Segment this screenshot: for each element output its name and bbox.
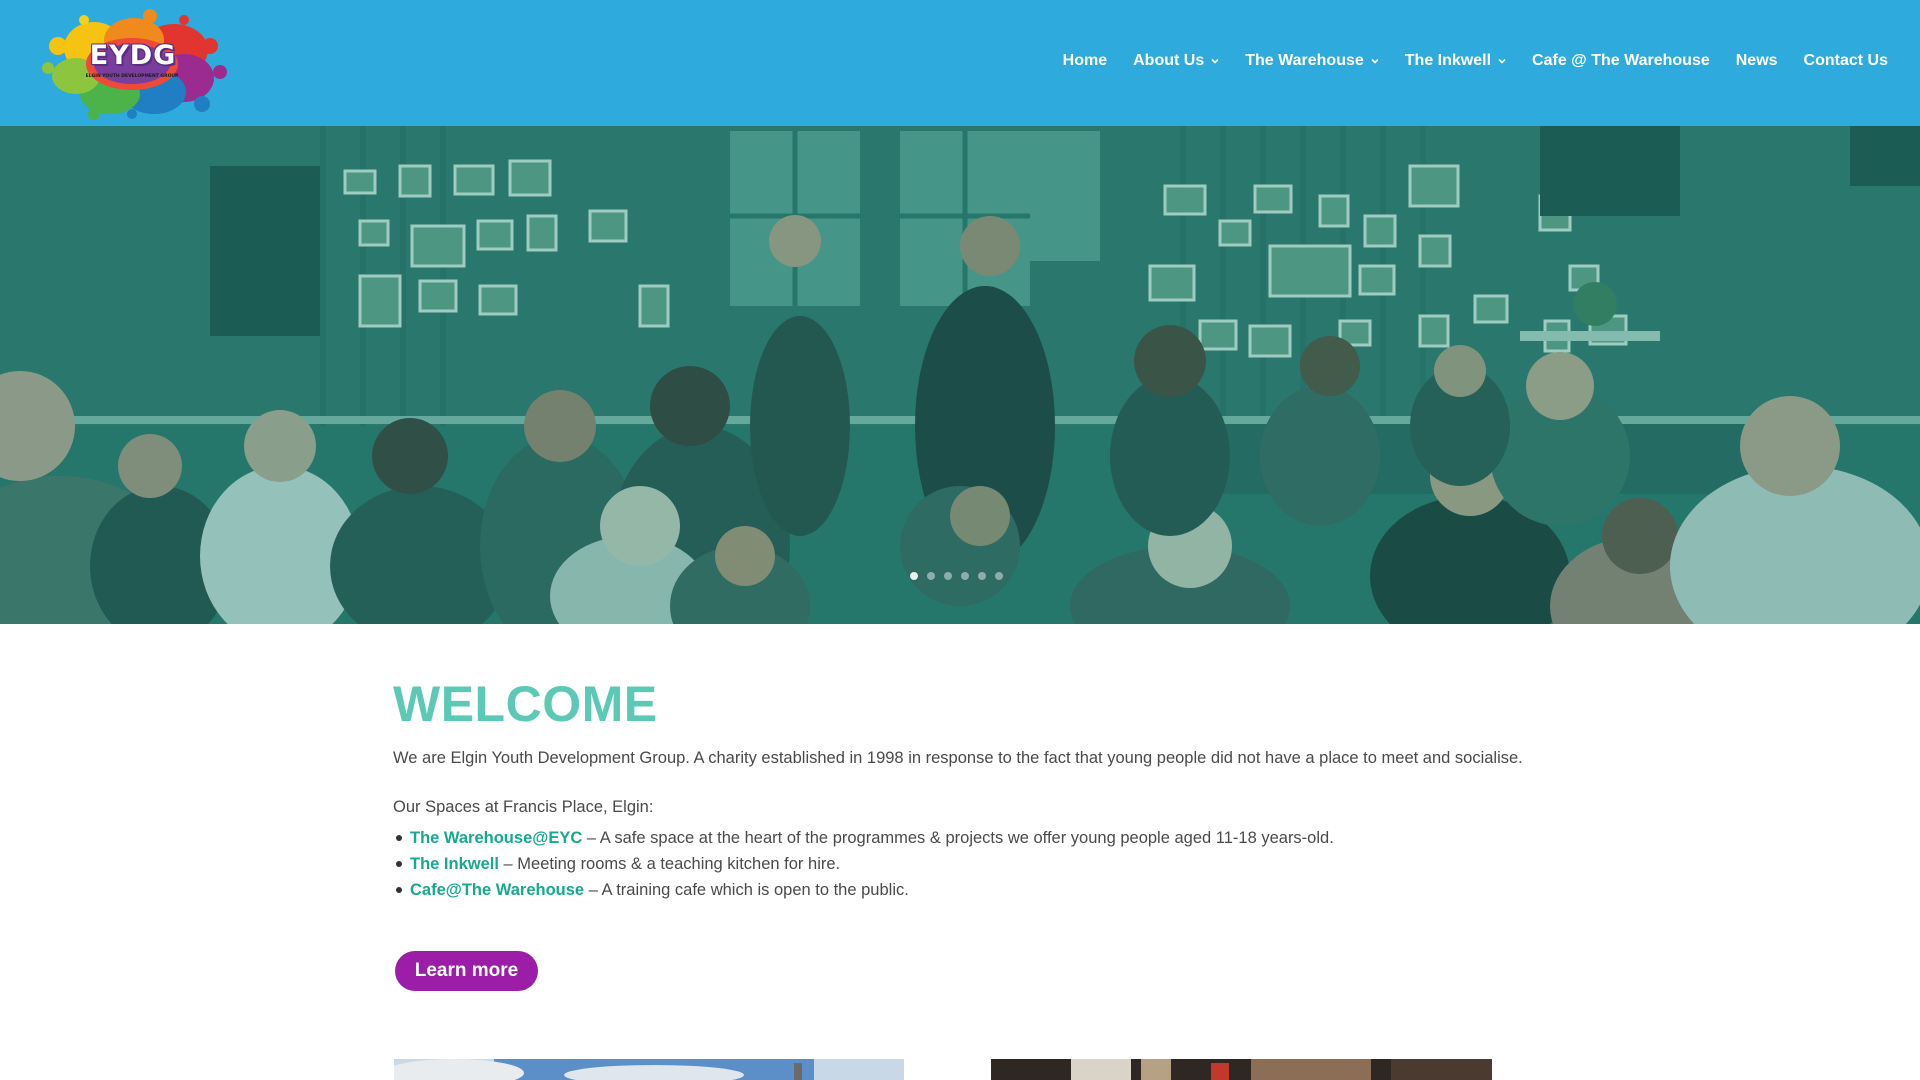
nav-label: Cafe @ The Warehouse: [1532, 52, 1710, 69]
feature-image-right[interactable]: [991, 1059, 1492, 1080]
page-title: WELCOME: [393, 676, 658, 732]
list-item: The Inkwell – Meeting rooms & a teaching…: [396, 851, 1533, 877]
sky-photo: [394, 1059, 904, 1080]
nav-item-contact-us[interactable]: Contact Us: [1804, 52, 1888, 70]
intro-paragraph: We are Elgin Youth Development Group. A …: [393, 749, 1523, 767]
slider-dot[interactable]: [927, 572, 935, 580]
bullet-icon: [396, 861, 402, 867]
slider-dot[interactable]: [910, 572, 918, 580]
nav-label: Home: [1062, 52, 1108, 69]
slider-dot[interactable]: [978, 572, 986, 580]
nav-label: The Inkwell: [1404, 52, 1492, 69]
nav-label: News: [1735, 52, 1778, 69]
nav-label: Contact Us: [1803, 52, 1888, 69]
interior-photo: [991, 1059, 1492, 1080]
eydg-logo[interactable]: EYDG ELGIN YOUTH DEVELOPMENT GROUP: [34, 6, 230, 120]
bullet-icon: [396, 887, 402, 893]
nav-item-home[interactable]: Home: [1063, 52, 1107, 70]
nav-item-cafe[interactable]: Cafe @ The Warehouse: [1532, 52, 1710, 70]
nav-label: About Us: [1133, 52, 1205, 69]
logo-subtitle: ELGIN YOUTH DEVELOPMENT GROUP: [85, 74, 179, 79]
feature-image-left[interactable]: [394, 1059, 904, 1080]
nav-item-the-inkwell[interactable]: The Inkwell: [1405, 52, 1506, 70]
space-description: – Meeting rooms & a teaching kitchen for…: [498, 855, 841, 873]
slider-dot[interactable]: [961, 572, 969, 580]
nav-item-the-warehouse[interactable]: The Warehouse: [1245, 52, 1379, 70]
learn-more-button[interactable]: Learn more: [395, 951, 538, 991]
spaces-title: Our Spaces at Francis Place, Elgin:: [393, 798, 654, 816]
chevron-down-icon: [1211, 58, 1219, 64]
list-item: Cafe@The Warehouse – A training cafe whi…: [396, 877, 1533, 903]
hero-slider[interactable]: [0, 126, 1920, 624]
spaces-list: The Warehouse@EYC – A safe space at the …: [393, 825, 1533, 903]
main-nav: Home About Us The Warehouse The Inkwell …: [1063, 52, 1888, 70]
logo-text: EYDG: [89, 40, 177, 71]
nav-label: The Warehouse: [1245, 52, 1364, 69]
link-cafe-the-warehouse[interactable]: Cafe@The Warehouse: [410, 881, 584, 899]
bullet-icon: [396, 835, 402, 841]
space-description: – A safe space at the heart of the progr…: [582, 829, 1334, 847]
slider-dot[interactable]: [944, 572, 952, 580]
site-header: EYDG ELGIN YOUTH DEVELOPMENT GROUP Home …: [0, 0, 1920, 126]
link-the-inkwell[interactable]: The Inkwell: [410, 855, 499, 873]
link-the-warehouse[interactable]: The Warehouse@EYC: [410, 829, 582, 847]
slider-pagination: [910, 572, 1003, 580]
hero-cafe-photo: [0, 126, 1920, 624]
nav-item-news[interactable]: News: [1736, 52, 1778, 70]
chevron-down-icon: [1371, 58, 1379, 64]
chevron-down-icon: [1498, 58, 1506, 64]
welcome-section: WELCOME We are Elgin Youth Development G…: [393, 674, 1533, 903]
space-description: – A training cafe which is open to the p…: [584, 881, 909, 899]
list-item: The Warehouse@EYC – A safe space at the …: [396, 825, 1533, 851]
slider-dot[interactable]: [995, 572, 1003, 580]
nav-item-about-us[interactable]: About Us: [1133, 52, 1219, 70]
